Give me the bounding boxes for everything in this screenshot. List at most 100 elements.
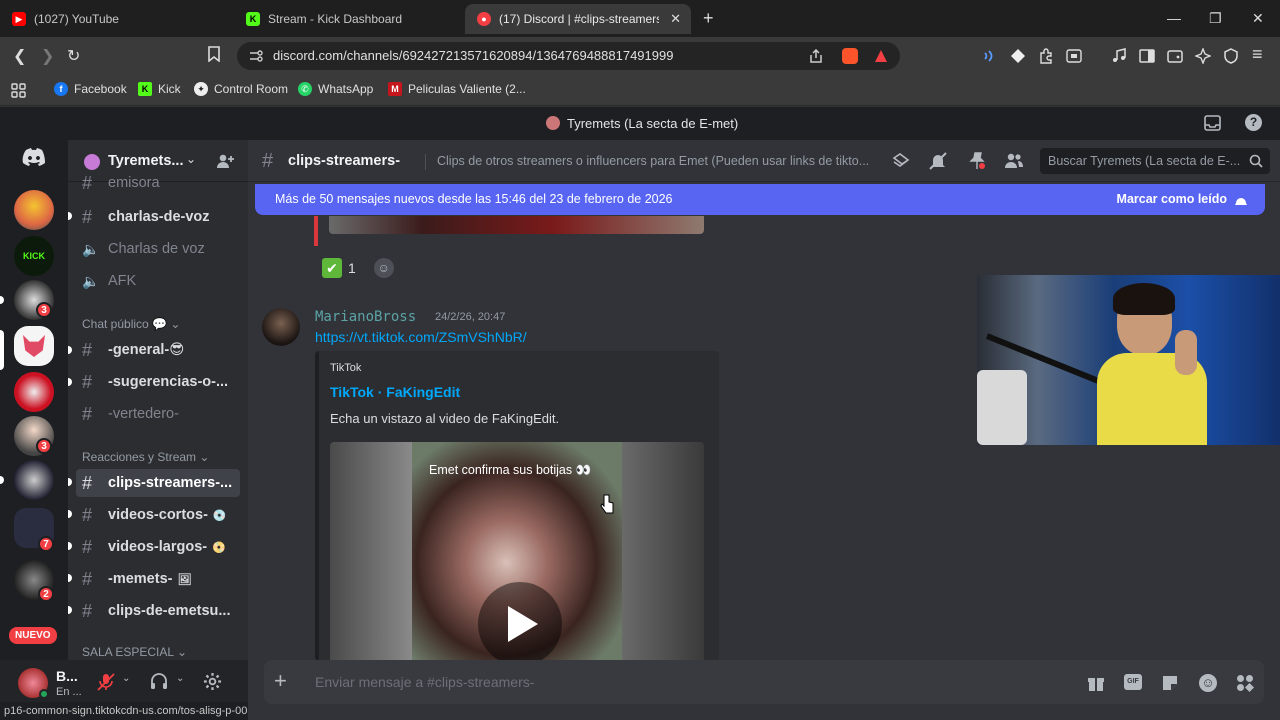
- category-sala-especial[interactable]: SALA ESPECIAL ⌄: [82, 645, 187, 659]
- back-icon[interactable]: ❮: [13, 46, 26, 66]
- close-window-icon[interactable]: ✕: [1252, 10, 1264, 27]
- invite-member-icon[interactable]: [216, 153, 234, 169]
- voice-channel-afk[interactable]: 🔈 AFK: [76, 267, 240, 295]
- wallet-icon[interactable]: [1167, 48, 1183, 64]
- channel-memets[interactable]: # -memets- 🖼: [76, 565, 240, 593]
- gear-icon[interactable]: [203, 672, 222, 691]
- brave-rewards-icon[interactable]: [873, 48, 889, 64]
- mention-badge: 3: [36, 302, 52, 318]
- channel-general[interactable]: # -general-😎: [76, 336, 240, 364]
- message-composer[interactable]: + Enviar mensaje a #clips-streamers- GIF…: [264, 660, 1264, 704]
- vpn-shield-icon[interactable]: [1223, 48, 1239, 64]
- minimize-icon[interactable]: —: [1167, 10, 1181, 26]
- pinned-messages-icon[interactable]: [968, 152, 986, 170]
- avatar[interactable]: [262, 308, 300, 346]
- leo-ai-icon[interactable]: [1195, 48, 1211, 64]
- extensions-puzzle-icon[interactable]: [1038, 48, 1054, 64]
- share-icon[interactable]: [808, 49, 824, 63]
- bookmark-whatsapp[interactable]: ✆ WhatsApp: [298, 82, 373, 96]
- chevron-down-icon[interactable]: ⌄: [176, 673, 184, 684]
- sidebar-icon[interactable]: [1139, 48, 1155, 64]
- unread-indicator: [68, 606, 72, 614]
- mark-as-read-button[interactable]: Marcar como leído: [1117, 192, 1227, 206]
- channel-clips-de-emetsu[interactable]: # clips-de-emetsu...: [76, 597, 240, 625]
- member-list-icon[interactable]: [1004, 152, 1024, 170]
- channel-label: AFK: [108, 273, 137, 289]
- new-messages-bar[interactable]: Más de 50 mensajes nuevos desde las 15:4…: [255, 184, 1265, 215]
- sticker-icon[interactable]: [1161, 674, 1179, 692]
- add-reaction-icon[interactable]: ☺: [373, 258, 394, 278]
- new-unreads-badge[interactable]: NUEVO: [9, 627, 57, 644]
- channel-videos-largos[interactable]: # videos-largos- 📀: [76, 533, 240, 561]
- bookmark-control-room[interactable]: ✦ Control Room: [194, 82, 288, 96]
- bookmark-peliculas[interactable]: M Peliculas Valiente (2...: [388, 82, 526, 96]
- url-bar[interactable]: discord.com/channels/692427213571620894/…: [237, 42, 900, 70]
- server-kick[interactable]: KICK: [14, 236, 54, 276]
- embed-provider[interactable]: TikTok: [330, 362, 361, 374]
- threads-icon[interactable]: [892, 152, 910, 170]
- channel-vertedero[interactable]: # -vertedero-: [76, 400, 240, 428]
- bookmark-icon[interactable]: [207, 46, 221, 62]
- help-icon[interactable]: ?: [1245, 114, 1262, 131]
- new-tab-button[interactable]: +: [703, 8, 714, 29]
- server-avatar[interactable]: [14, 372, 54, 412]
- maximize-icon[interactable]: ❐: [1209, 10, 1222, 27]
- forward-icon[interactable]: ❯: [41, 46, 54, 66]
- bookmark-kick[interactable]: K Kick: [138, 82, 181, 96]
- search-icon: [1249, 154, 1263, 168]
- emoji-icon[interactable]: ☺: [1199, 674, 1217, 692]
- category-reacciones[interactable]: Reacciones y Stream ⌄: [82, 450, 209, 464]
- category-chat-publico[interactable]: Chat público 💬 ⌄: [82, 317, 180, 331]
- search-input[interactable]: Buscar Tyremets (La secta de E-...: [1040, 148, 1270, 174]
- server-tyremets[interactable]: [14, 326, 54, 366]
- message-author[interactable]: MarianoBross: [315, 309, 416, 325]
- audio-playing-icon[interactable]: [981, 48, 997, 64]
- tab-youtube[interactable]: ▶ (1027) YouTube: [0, 4, 230, 34]
- voice-channel-charlas[interactable]: 🔈 Charlas de voz: [76, 235, 240, 263]
- speaker-icon: 🔈: [82, 272, 100, 289]
- server-avatar[interactable]: [14, 460, 54, 500]
- apps-grid-icon[interactable]: [11, 83, 26, 98]
- reaction-check[interactable]: ✔ 1: [318, 256, 360, 280]
- screenshot-icon[interactable]: [1066, 48, 1082, 64]
- channel-charlas-de-voz[interactable]: # charlas-de-voz: [76, 203, 240, 231]
- video-preview[interactable]: Emet confirma sus botijas 👀: [330, 442, 704, 661]
- channel-clips-streamers[interactable]: # clips-streamers-...: [76, 469, 240, 497]
- mic-muted-icon[interactable]: [96, 672, 116, 692]
- headphones-icon[interactable]: [150, 672, 168, 690]
- close-tab-icon[interactable]: ✕: [670, 11, 681, 27]
- channel-label: videos-largos-: [108, 539, 208, 555]
- channel-emisora[interactable]: # emisora: [76, 173, 240, 193]
- site-info-icon[interactable]: [249, 50, 263, 62]
- kick-icon: K: [138, 82, 152, 96]
- channel-topic[interactable]: Clips de otros streamers o influencers p…: [437, 154, 869, 168]
- channel-sugerencias[interactable]: # -sugerencias-o-...: [76, 368, 240, 396]
- server-avatar[interactable]: [14, 190, 54, 230]
- discord-home-icon[interactable]: [22, 148, 46, 166]
- apps-icon[interactable]: [1236, 674, 1254, 692]
- brave-shield-icon[interactable]: [842, 48, 858, 64]
- chevron-down-icon[interactable]: ⌄: [122, 673, 130, 684]
- reload-icon[interactable]: ↻: [67, 46, 80, 66]
- extension-diamond-icon[interactable]: [1010, 48, 1026, 64]
- online-status-icon: [39, 689, 49, 699]
- media-music-icon[interactable]: [1111, 48, 1127, 64]
- gif-icon[interactable]: GIF: [1124, 674, 1142, 690]
- inbox-icon[interactable]: [1204, 115, 1221, 131]
- previous-embed-image[interactable]: [329, 216, 704, 234]
- gift-icon[interactable]: [1087, 674, 1105, 692]
- add-attachment-button[interactable]: +: [274, 668, 287, 694]
- browser-menu-icon[interactable]: ≡: [1252, 44, 1263, 65]
- tab-kick[interactable]: K Stream - Kick Dashboard: [234, 4, 464, 34]
- tab-discord[interactable]: ● (17) Discord | #clips-streamers- ✕: [465, 4, 691, 34]
- bookmark-facebook[interactable]: f Facebook: [54, 82, 127, 96]
- message-link[interactable]: https://vt.tiktok.com/ZSmVShNbR/: [315, 329, 527, 345]
- reaction-count: 1: [348, 260, 356, 276]
- embed-title[interactable]: TikTok · FaKingEdit: [330, 384, 460, 400]
- search-placeholder: Buscar Tyremets (La secta de E-...: [1048, 154, 1241, 168]
- message-input-placeholder[interactable]: Enviar mensaje a #clips-streamers-: [315, 674, 534, 690]
- notification-muted-icon[interactable]: [929, 152, 947, 170]
- mark-read-icon[interactable]: [1233, 192, 1249, 208]
- play-button[interactable]: [478, 582, 562, 661]
- channel-videos-cortos[interactable]: # videos-cortos- 💿: [76, 501, 240, 529]
